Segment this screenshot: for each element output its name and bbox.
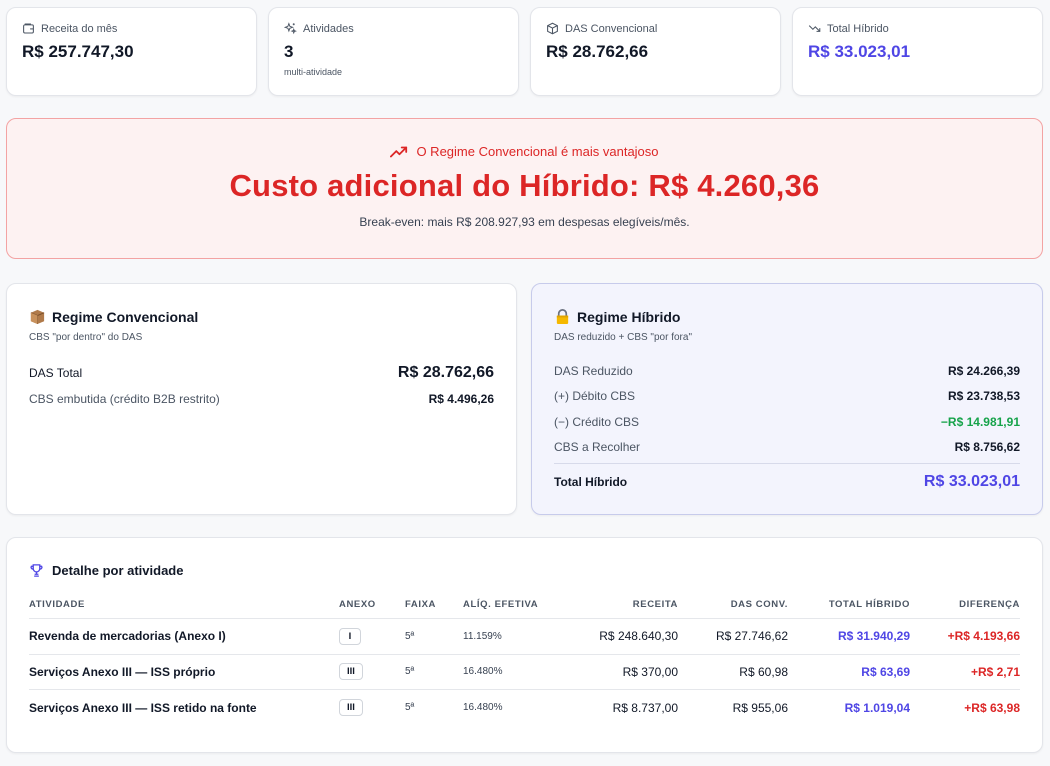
cbs-recolher-row: CBS a Recolher R$ 8.756,62 (554, 435, 1020, 461)
cell-faixa: 5ª (405, 618, 463, 655)
col-das-conv: DAS Conv. (678, 599, 788, 619)
cell-faixa: 5ª (405, 654, 463, 690)
kpi-card-receita: Receita do mês R$ 257.747,30 (6, 7, 257, 96)
row-label: (−) Crédito CBS (554, 414, 640, 429)
total-label: Total Híbrido (554, 475, 628, 489)
kpi-card-das-convencional: DAS Convencional R$ 28.762,66 (530, 7, 781, 96)
col-faixa: Faixa (405, 599, 463, 619)
divider (554, 463, 1020, 464)
sparkles-icon (284, 22, 297, 35)
regime-convencional-card: Regime Convencional CBS "por dentro" do … (6, 283, 517, 515)
table-row: Serviços Anexo III — ISS retido na fonte… (29, 690, 1020, 726)
row-value: −R$ 14.981,91 (940, 414, 1020, 429)
atividades-table: Atividade Anexo Faixa Alíq. Efetiva Rece… (29, 599, 1020, 725)
regime-title: Regime Convencional (52, 308, 199, 325)
cell-total: R$ 1.019,04 (844, 700, 910, 715)
kpi-label: Total Híbrido (827, 22, 889, 35)
cell-receita: R$ 8.737,00 (612, 700, 678, 715)
kpi-value: R$ 257.747,30 (22, 42, 134, 61)
credito-cbs-row: (−) Crédito CBS −R$ 14.981,91 (554, 409, 1020, 435)
regime-title: Regime Híbrido (577, 308, 681, 325)
alert-heading: O Regime Convencional é mais vantajoso (416, 144, 659, 159)
kpi-card-total-hibrido: Total Híbrido R$ 33.023,01 (792, 7, 1043, 96)
row-value: R$ 23.738,53 (947, 389, 1020, 404)
table-header-row: Atividade Anexo Faixa Alíq. Efetiva Rece… (29, 599, 1020, 619)
box-icon (547, 22, 558, 35)
cell-total: R$ 63,69 (788, 654, 910, 690)
package-icon (30, 309, 45, 325)
anexo-badge: I (339, 627, 361, 645)
kpi-value: R$ 28.762,66 (546, 42, 649, 61)
cbs-embutida-row: CBS embutida (crédito B2B restrito) R$ 4… (29, 392, 494, 406)
row-value: R$ 8.756,62 (954, 440, 1020, 455)
cell-atividade: Serviços Anexo III — ISS próprio (29, 654, 339, 690)
cell-receita: R$ 370,00 (558, 654, 678, 690)
cell-receita: R$ 248.640,30 (558, 618, 678, 655)
alert-title: Custo adicional do Híbrido: R$ 4.260,36 (229, 168, 820, 203)
alert-note: Break-even: mais R$ 208.927,93 em despes… (359, 215, 690, 229)
das-total-label: DAS Total (29, 366, 83, 380)
trophy-icon (30, 564, 43, 577)
col-receita: Receita (558, 599, 678, 619)
row-label: (+) Débito CBS (554, 389, 636, 404)
wallet-icon (23, 23, 34, 34)
row-value: R$ 24.266,39 (947, 363, 1020, 378)
col-total-hibrido: Total Híbrido (788, 599, 910, 619)
das-total-value: R$ 28.762,66 (397, 364, 494, 381)
kpi-value: R$ 33.023,01 (808, 42, 911, 61)
cell-diferenca: +R$ 2,71 (910, 654, 1020, 690)
anexo-badge: III (339, 663, 363, 681)
kpi-sub: multi-atividade (284, 67, 343, 77)
cell-atividade: Serviços Anexo III — ISS retido na fonte (29, 700, 257, 715)
row-label: DAS Reduzido (554, 363, 633, 378)
cbs-embutida-label: CBS embutida (crédito B2B restrito) (29, 392, 220, 406)
col-anexo: Anexo (339, 599, 405, 619)
regime-hibrido-card: Regime Híbrido DAS reduzido + CBS "por f… (531, 283, 1043, 515)
das-total-row: DAS Total R$ 28.762,66 (29, 364, 494, 382)
cell-total: R$ 31.940,29 (788, 618, 910, 655)
col-atividade: Atividade (29, 599, 339, 619)
cbs-embutida-value: R$ 4.496,26 (428, 392, 494, 406)
cell-atividade: Revenda de mercadorias (Anexo I) (29, 618, 339, 655)
regime-subtitle: CBS "por dentro" do DAS (29, 332, 143, 343)
col-diferenca: Diferença (910, 599, 1020, 619)
kpi-value: 3 (284, 42, 294, 61)
cell-diferenca: +R$ 4.193,66 (910, 618, 1020, 655)
cell-faixa: 5ª (405, 702, 415, 713)
comparison-alert-banner: O Regime Convencional é mais vantajoso C… (6, 118, 1043, 259)
lock-icon (556, 309, 569, 325)
cell-das: R$ 60,98 (678, 654, 788, 690)
cell-aliquota: 11.159% (463, 618, 558, 655)
trending-up-icon (390, 146, 408, 157)
col-aliquota: Alíq. Efetiva (463, 599, 558, 619)
kpi-label: DAS Convencional (565, 22, 658, 35)
das-reduzido-row: DAS Reduzido R$ 24.266,39 (554, 358, 1020, 384)
kpi-label: Atividades (303, 22, 354, 35)
cell-aliquota: 16.480% (463, 654, 558, 690)
kpi-label: Receita do mês (41, 22, 118, 35)
trending-down-icon (808, 25, 821, 32)
total-hibrido-row: Total Híbrido R$ 33.023,01 (554, 473, 1020, 491)
total-value: R$ 33.023,01 (923, 473, 1020, 490)
anexo-badge: III (339, 699, 363, 716)
table-row: Serviços Anexo III — ISS próprio III 5ª … (29, 654, 1020, 690)
cell-aliquota: 16.480% (463, 702, 503, 713)
detalhe-atividade-card: Detalhe por atividade Atividade Anexo Fa… (6, 537, 1043, 753)
row-label: CBS a Recolher (554, 440, 641, 455)
cell-das: R$ 955,06 (732, 700, 788, 715)
debito-cbs-row: (+) Débito CBS R$ 23.738,53 (554, 384, 1020, 410)
kpi-card-atividades: Atividades 3 multi-atividade (268, 7, 519, 96)
cell-diferenca: +R$ 63,98 (964, 700, 1020, 715)
section-title: Detalhe por atividade (52, 563, 184, 578)
table-row: Revenda de mercadorias (Anexo I) I 5ª 11… (29, 618, 1020, 655)
regime-subtitle: DAS reduzido + CBS "por fora" (554, 332, 692, 343)
cell-das: R$ 27.746,62 (678, 618, 788, 655)
